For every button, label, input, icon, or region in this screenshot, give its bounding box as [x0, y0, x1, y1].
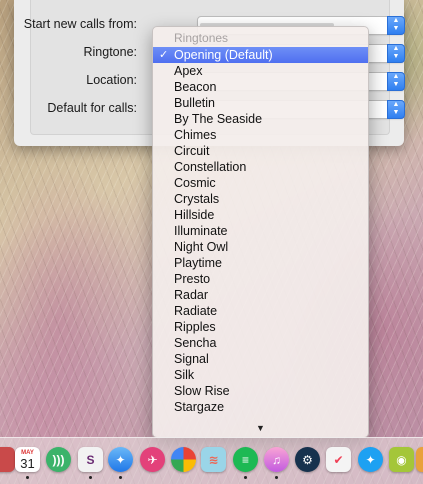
ringtone-menu-item-label: Chimes	[174, 128, 217, 142]
ringtone-menu-item[interactable]: Presto	[153, 271, 368, 287]
calendar-day: 31	[20, 456, 35, 471]
start-calls-label: Start new calls from:	[23, 17, 137, 31]
calendar-icon[interactable]: MAY 31	[15, 447, 40, 472]
wireless-icon[interactable]: )))	[46, 447, 71, 472]
ringtone-menu-item[interactable]: ✓ Opening (Default)	[153, 47, 368, 63]
ringtone-menu-item[interactable]: Stargaze	[153, 399, 368, 415]
ringtone-menu-item[interactable]: Hillside	[153, 207, 368, 223]
ringtone-menu-item-label: Apex	[174, 64, 203, 78]
ringtone-menu-item[interactable]: Bulletin	[153, 95, 368, 111]
popup-arrows-icon: ▲ ▼	[387, 72, 405, 91]
ringtone-menu-item-label: Night Owl	[174, 240, 229, 254]
ringtone-menu-item-label: Signal	[174, 352, 209, 366]
ringtone-menu-item-label: Silk	[174, 368, 195, 382]
ringtone-label: Ringtone:	[83, 45, 137, 59]
ringtone-menu-item[interactable]: Slow Rise	[153, 383, 368, 399]
ringtone-menu-item-label: Playtime	[174, 256, 222, 270]
running-indicator	[119, 476, 122, 479]
dock: MAY 31 ))) S ✦ ✈ ≋ ≡ ♫ ⚙ ✔ ✦ ◉	[0, 437, 423, 484]
running-indicator	[275, 476, 278, 479]
ringtone-menu-item-label: By The Seaside	[174, 112, 263, 126]
ringtone-menu-item[interactable]: Crystals	[153, 191, 368, 207]
ringtone-menu-item-label: Hillside	[174, 208, 215, 222]
popup-arrows-icon: ▲ ▼	[387, 44, 405, 63]
ringtone-menu-item[interactable]: Night Owl	[153, 239, 368, 255]
pocket-icon[interactable]: ✔	[326, 447, 351, 472]
ringtone-menu-item-label: Radar	[174, 288, 209, 302]
ringtone-menu-item-label: Constellation	[174, 160, 247, 174]
ringtone-menu-item[interactable]: Signal	[153, 351, 368, 367]
ringtone-menu-item-label: Radiate	[174, 304, 218, 318]
partial-app-icon[interactable]	[0, 447, 15, 472]
running-indicator	[89, 476, 92, 479]
ringtone-menu-item[interactable]: Silk	[153, 367, 368, 383]
itunes-icon[interactable]: ♫	[264, 447, 289, 472]
ringtone-menu-item-label: Cosmic	[174, 176, 216, 190]
slack-icon[interactable]: S	[78, 447, 103, 472]
ringtone-menu-item[interactable]: Constellation	[153, 159, 368, 175]
popup-arrows-icon: ▲ ▼	[387, 100, 405, 119]
location-label: Location:	[86, 73, 137, 87]
ringtone-menu-item[interactable]: Cosmic	[153, 175, 368, 191]
ringtone-menu-item-label: Crystals	[174, 192, 220, 206]
ringtone-menu-item-label: Opening (Default)	[174, 48, 273, 62]
ringtone-menu-item-label: Beacon	[174, 80, 217, 94]
popup-arrows-icon: ▲ ▼	[387, 16, 405, 35]
ringtone-menu-item-label: Sencha	[174, 336, 217, 350]
ringtone-menu-item-label: Ripples	[174, 320, 216, 334]
ringtone-menu-item[interactable]: Illuminate	[153, 223, 368, 239]
running-indicator	[26, 476, 29, 479]
menu-section-header: Ringtones	[174, 31, 229, 45]
ringtone-menu-item-label: Stargaze	[174, 400, 225, 414]
ringtone-menu-item-label: Bulletin	[174, 96, 215, 110]
android-icon[interactable]: ◉	[389, 447, 414, 472]
ringtone-menu-item-label: Slow Rise	[174, 384, 230, 398]
kodi-icon[interactable]: ✈	[140, 447, 165, 472]
picasa-icon[interactable]	[171, 447, 196, 472]
ringtone-menu-item[interactable]: Apex	[153, 63, 368, 79]
ringtone-menu-item[interactable]: By The Seaside	[153, 111, 368, 127]
default-calls-label: Default for calls:	[47, 101, 137, 115]
scroll-down-icon[interactable]: ▼	[153, 423, 368, 433]
twitter-icon[interactable]: ✦	[358, 447, 383, 472]
ringtone-menu-item[interactable]: Beacon	[153, 79, 368, 95]
ringtone-menu-item[interactable]: Radar	[153, 287, 368, 303]
ringtone-menu-item-label: Illuminate	[174, 224, 228, 238]
steam-icon[interactable]: ⚙	[295, 447, 320, 472]
ringtone-menu-item[interactable]: Circuit	[153, 143, 368, 159]
partial-app-icon-right[interactable]	[416, 447, 423, 472]
fish-app-icon[interactable]: ≋	[201, 447, 226, 472]
ringtone-menu: Ringtones ✓ Opening (Default) Apex Beacon Bu…	[152, 26, 369, 438]
safari-icon[interactable]: ✦	[108, 447, 133, 472]
ringtone-menu-item[interactable]: Radiate	[153, 303, 368, 319]
checkmark-icon: ✓	[159, 49, 169, 61]
ringtone-menu-item-label: Circuit	[174, 144, 210, 158]
spotify-icon[interactable]: ≡	[233, 447, 258, 472]
ringtone-menu-item[interactable]: Chimes	[153, 127, 368, 143]
ringtone-menu-item[interactable]: Sencha	[153, 335, 368, 351]
ringtone-menu-item[interactable]: Playtime	[153, 255, 368, 271]
running-indicator	[244, 476, 247, 479]
ringtone-menu-item-label: Presto	[174, 272, 211, 286]
ringtone-menu-item[interactable]: Ripples	[153, 319, 368, 335]
